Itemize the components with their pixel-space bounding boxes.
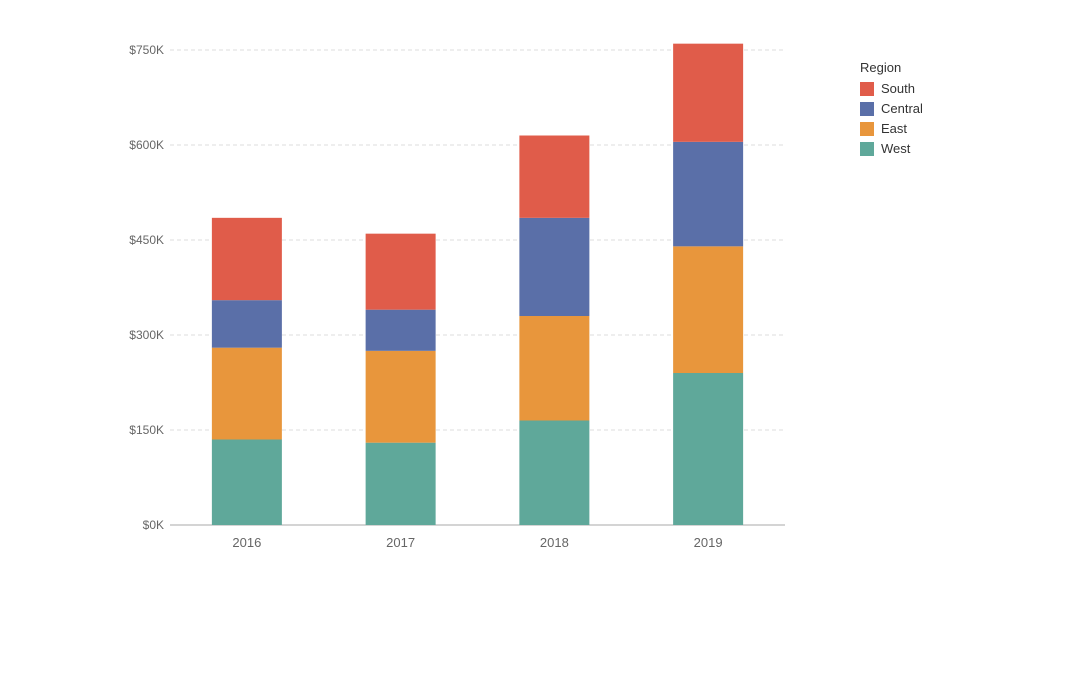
svg-text:2018: 2018 <box>540 535 569 550</box>
svg-text:$600K: $600K <box>129 138 164 152</box>
legend-label-east: East <box>881 121 907 136</box>
bar-segment-east <box>519 316 589 421</box>
bar-segment-south <box>366 234 436 310</box>
bar-segment-south <box>673 44 743 142</box>
chart-svg: $0K $150K $300K $450K $600K $750K 2016 2017 2018… <box>115 40 795 560</box>
bar-segment-east <box>366 351 436 443</box>
bar-segment-central <box>366 310 436 351</box>
bar-segment-west <box>519 421 589 526</box>
legend-item-east: East <box>860 121 990 136</box>
svg-text:2017: 2017 <box>386 535 415 550</box>
bar-segment-east <box>212 348 282 440</box>
legend-item-central: Central <box>860 101 990 116</box>
bar-segment-south <box>212 218 282 300</box>
svg-text:$300K: $300K <box>129 328 164 342</box>
grid-and-bars: $0K $150K $300K $450K $600K $750K 2016 2017 2018… <box>115 40 830 610</box>
legend-color-east <box>860 122 874 136</box>
svg-text:$0K: $0K <box>143 518 164 532</box>
legend-label-west: West <box>881 141 910 156</box>
legend-item-south: South <box>860 81 990 96</box>
bar-segment-central <box>212 300 282 348</box>
legend-color-west <box>860 142 874 156</box>
bar-segment-central <box>673 142 743 247</box>
legend-label-south: South <box>881 81 915 96</box>
svg-text:$750K: $750K <box>129 43 164 57</box>
svg-text:2016: 2016 <box>232 535 261 550</box>
legend-color-south <box>860 82 874 96</box>
bar-segment-east <box>673 246 743 373</box>
legend: Region South Central East West <box>860 60 990 161</box>
legend-label-central: Central <box>881 101 923 116</box>
legend-item-west: West <box>860 141 990 156</box>
svg-text:$450K: $450K <box>129 233 164 247</box>
bar-segment-west <box>366 443 436 525</box>
svg-text:$150K: $150K <box>129 423 164 437</box>
bar-segment-west <box>673 373 743 525</box>
bar-segment-south <box>519 136 589 218</box>
y-axis-label <box>90 40 110 610</box>
legend-color-central <box>860 102 874 116</box>
legend-title: Region <box>860 60 990 75</box>
svg-text:2019: 2019 <box>694 535 723 550</box>
chart-area: $0K $150K $300K $450K $600K $750K 2016 2017 2018… <box>90 40 990 610</box>
bar-segment-west <box>212 440 282 526</box>
bar-segment-central <box>519 218 589 316</box>
chart-inner: $0K $150K $300K $450K $600K $750K 2016 2017 2018… <box>115 40 990 610</box>
chart-container: $0K $150K $300K $450K $600K $750K 2016 2017 2018… <box>90 30 990 670</box>
